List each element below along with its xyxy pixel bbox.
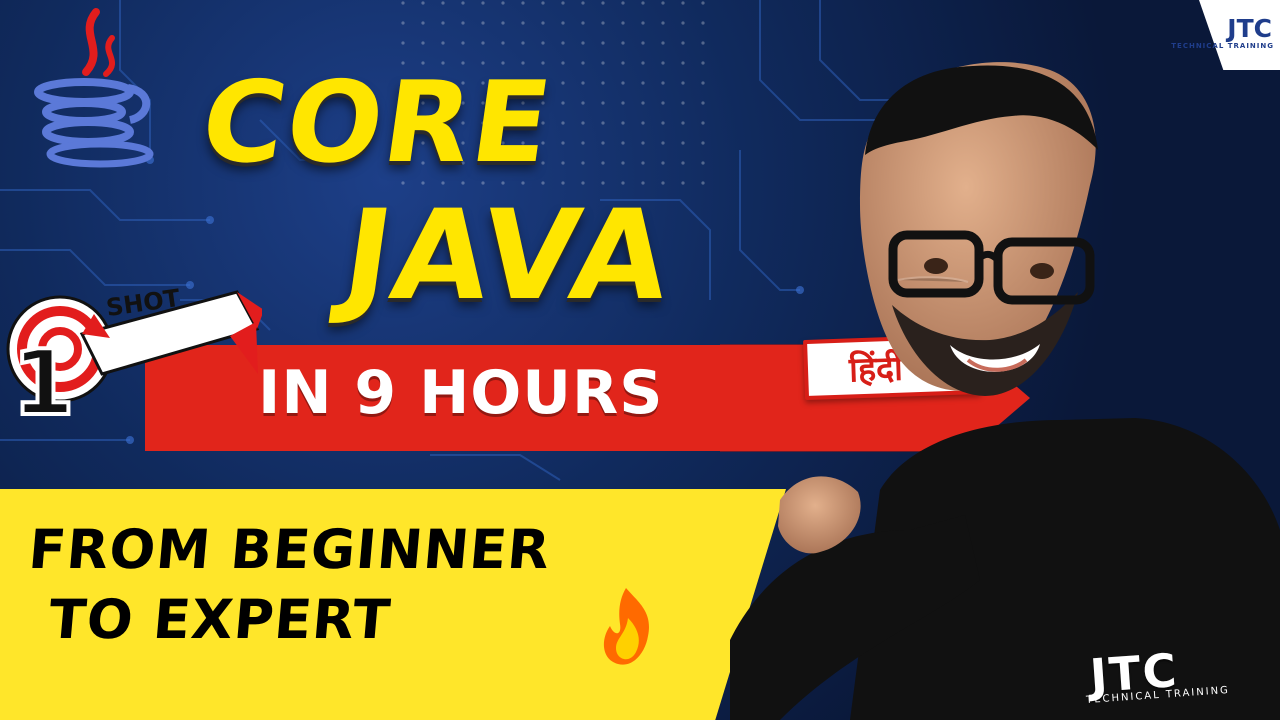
title-java: JAVA (334, 184, 681, 328)
title-core: CORE (193, 58, 561, 188)
subtitle-line-1: FROM BEGINNER (26, 518, 553, 581)
duration-text: IN 9 HOURS (258, 358, 664, 428)
java-logo-icon (34, 8, 154, 168)
fire-icon (603, 588, 649, 665)
jtc-corner-tagline: TECHNICAL TRAINING (1171, 42, 1274, 50)
subtitle-line-2: TO EXPERT (46, 588, 394, 651)
jtc-corner-text: JTC (1227, 14, 1272, 43)
presenter-image (730, 62, 1280, 720)
one-shot-number: 1 (12, 331, 75, 436)
